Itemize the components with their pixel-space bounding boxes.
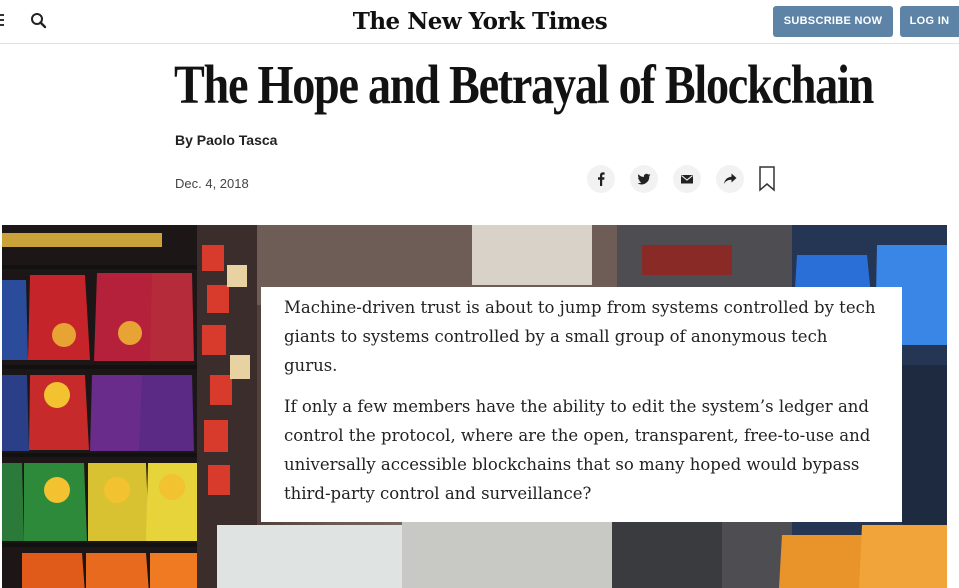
byline[interactable]: By Paolo Tasca (175, 132, 277, 148)
email-share-button[interactable] (673, 165, 701, 193)
pull-quote-box: Machine-driven trust is about to jump fr… (261, 287, 902, 522)
quote-paragraph-2: If only a few members have the ability t… (284, 397, 871, 503)
email-icon (681, 175, 693, 184)
facebook-icon (598, 172, 605, 186)
more-share-button[interactable] (716, 165, 744, 193)
twitter-icon (637, 173, 651, 185)
nyt-logo[interactable]: The New York Times (330, 4, 630, 40)
subscribe-button[interactable]: SUBSCRIBE NOW (773, 6, 893, 37)
menu-icon[interactable] (0, 14, 6, 28)
top-navigation-bar: The New York Times SUBSCRIBE NOW LOG IN (0, 0, 959, 44)
facebook-share-button[interactable] (587, 165, 615, 193)
share-icon (724, 173, 737, 184)
bookmark-icon[interactable] (759, 166, 775, 192)
article-headline: The Hope and Betrayal of Blockchain (174, 54, 874, 115)
login-button[interactable]: LOG IN (900, 6, 959, 37)
quote-paragraph-1: Machine-driven trust is about to jump fr… (284, 298, 876, 375)
twitter-share-button[interactable] (630, 165, 658, 193)
publish-date: Dec. 4, 2018 (175, 176, 249, 191)
search-icon[interactable] (30, 12, 48, 30)
